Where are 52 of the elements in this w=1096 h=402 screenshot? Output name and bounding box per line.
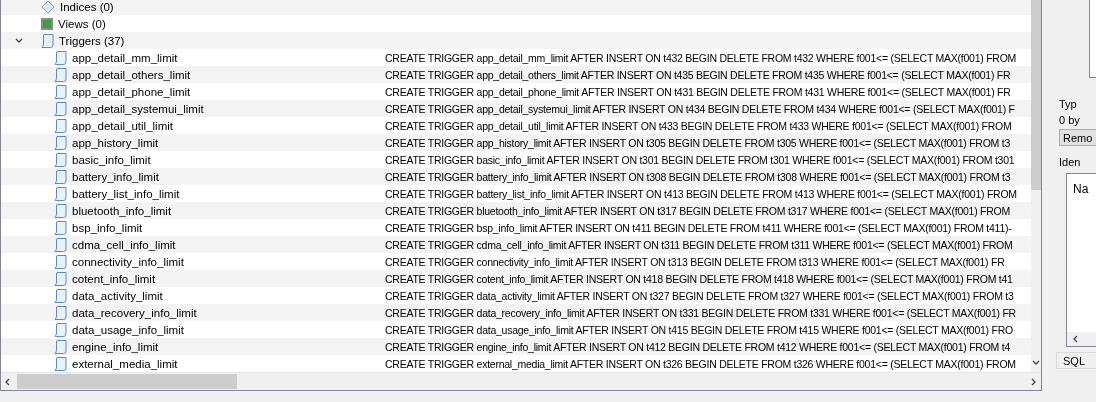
- tree-item[interactable]: data_activity_limit: [72, 289, 163, 302]
- sql-tab[interactable]: SQL: [1056, 352, 1096, 369]
- type-label: Typ: [1059, 98, 1078, 110]
- sql-text: CREATE TRIGGER app_detail_others_limit AFTER INSERT ON t435 BEGIN DELETE FROM t435 WHERE f001<= (SELECT MAX(f001) FR: [385, 68, 1011, 81]
- text-area[interactable]: [1089, 0, 1096, 78]
- sql-text: CREATE TRIGGER cdma_cell_info_limit AFTER INSERT ON t311 BEGIN DELETE FROM t311 WHERE f001<= (SELECT MAX(f001) FROM: [385, 238, 1013, 251]
- tree-item[interactable]: basic_info_limit: [72, 153, 151, 166]
- sql-text: CREATE TRIGGER engine_info_limit AFTER INSERT ON t412 BEGIN DELETE FROM t412 WHERE f001<= (SELECT MAX(f001) FROM t4: [385, 340, 1010, 353]
- image-icon: [40, 16, 54, 31]
- sql-text: CREATE TRIGGER app_history_limit AFTER INSERT ON t305 BEGIN DELETE FROM t305 WHERE f001<= (SELECT MAX(f001) FROM t3: [385, 136, 1010, 149]
- tree-item[interactable]: battery_list_info_limit: [72, 187, 180, 200]
- tree-item[interactable]: app_detail_others_limit: [72, 68, 191, 81]
- list-box[interactable]: Na: [1066, 173, 1096, 347]
- sql-text: CREATE TRIGGER bluetooth_info_limit AFTER INSERT ON t317 BEGIN DELETE FROM t317 WHERE f001<= (SELECT MAX(f001) FROM: [385, 204, 1010, 217]
- sql-text: CREATE TRIGGER data_recovery_info_limit AFTER INSERT ON t331 BEGIN DELETE FROM t331 WHERE f001<= (SELECT MAX(f001) FR: [385, 306, 1016, 319]
- sql-text: CREATE TRIGGER battery_info_limit AFTER INSERT ON t308 BEGIN DELETE FROM t308 WHERE f001<= (SELECT MAX(f001) FROM t3: [385, 170, 1011, 183]
- tree-item[interactable]: bluetooth_info_limit: [72, 204, 172, 217]
- tree-item[interactable]: external_media_limit: [72, 357, 178, 370]
- sql-text: CREATE TRIGGER app_detail_systemui_limit AFTER INSERT ON t434 BEGIN DELETE FROM t434 WHERE f001<= (SELECT MAX(f001) F: [385, 102, 1015, 115]
- sql-text: CREATE TRIGGER cotent_info_limit AFTER INSERT ON t418 BEGIN DELETE FROM t418 WHERE f001<= (SELECT MAX(f001) FROM t41: [385, 272, 1013, 285]
- tree-item[interactable]: app_detail_systemui_limit: [72, 102, 204, 115]
- identity-label: Iden: [1059, 156, 1082, 168]
- list-text: Na: [1073, 182, 1090, 196]
- sql-text: CREATE TRIGGER battery_list_info_limit AFTER INSERT ON t413 BEGIN DELETE FROM t413 WHERE f001<= (SELECT MAX(f001) FROM: [385, 187, 1017, 200]
- tree-item[interactable]: engine_info_limit: [72, 340, 159, 353]
- sql-text: CREATE TRIGGER basic_info_limit AFTER INSERT ON t301 BEGIN DELETE FROM t301 WHERE f001<= (SELECT MAX(f001) FROM t301: [385, 153, 1015, 166]
- remove-button[interactable]: Remo: [1059, 129, 1096, 146]
- tree-item[interactable]: app_detail_util_limit: [72, 119, 173, 132]
- tree-item[interactable]: Triggers (37): [59, 34, 125, 47]
- sql-text: CREATE TRIGGER app_detail_mm_limit AFTER INSERT ON t432 BEGIN DELETE FROM t432 WHERE f001<= (SELECT MAX(f001) FROM: [385, 51, 1017, 64]
- tree-item[interactable]: data_recovery_info_limit: [72, 306, 197, 319]
- sql-text: CREATE TRIGGER data_activity_limit AFTER INSERT ON t327 BEGIN DELETE FROM t327 WHERE f001<= (SELECT MAX(f001) FROM t3: [385, 289, 1014, 302]
- tree-item[interactable]: app_detail_phone_limit: [72, 85, 191, 98]
- scrollbar-thumb[interactable]: [1031, 0, 1041, 190]
- scrollbar-thumb[interactable]: [17, 374, 237, 389]
- tree-item[interactable]: data_usage_info_limit: [72, 323, 184, 336]
- tree-item[interactable]: cdma_cell_info_limit: [72, 238, 176, 251]
- tree-item[interactable]: battery_info_limit: [72, 170, 159, 183]
- sql-text: CREATE TRIGGER bsp_info_limit AFTER INSERT ON t411 BEGIN DELETE FROM t411 WHERE f001<= (SELECT MAX(f001) FROM t411)-: [385, 221, 1012, 234]
- tree-item[interactable]: Views (0): [58, 17, 106, 30]
- tree-item[interactable]: Indices (0): [60, 0, 114, 13]
- sql-text: CREATE TRIGGER data_usage_info_limit AFTER INSERT ON t415 BEGIN DELETE FROM t415 WHERE f001<= (SELECT MAX(f001) FRO: [385, 323, 1013, 336]
- tree-item[interactable]: bsp_info_limit: [72, 221, 143, 234]
- size-text: 0 by: [1059, 114, 1081, 126]
- tree-item[interactable]: app_detail_mm_limit: [72, 51, 178, 64]
- sql-text: CREATE TRIGGER connectivity_info_limit AFTER INSERT ON t313 BEGIN DELETE FROM t313 WHERE f001<= (SELECT MAX(f001) FR: [385, 255, 1005, 268]
- sql-text: CREATE TRIGGER app_detail_util_limit AFTER INSERT ON t433 BEGIN DELETE FROM t433 WHERE f001<= (SELECT MAX(f001) FROM: [385, 119, 1012, 132]
- tree-item[interactable]: connectivity_info_limit: [72, 255, 184, 268]
- sql-text: CREATE TRIGGER app_detail_phone_limit AFTER INSERT ON t431 BEGIN DELETE FROM t431 WHERE f001<= (SELECT MAX(f001) FR: [385, 85, 1011, 98]
- sql-text: CREATE TRIGGER external_media_limit AFTER INSERT ON t326 BEGIN DELETE FROM t326 WHERE f001<= (SELECT MAX(f001) FROM: [385, 357, 1016, 370]
- tree-item[interactable]: app_history_limit: [72, 136, 159, 149]
- tree-item[interactable]: cotent_info_limit: [72, 272, 156, 285]
